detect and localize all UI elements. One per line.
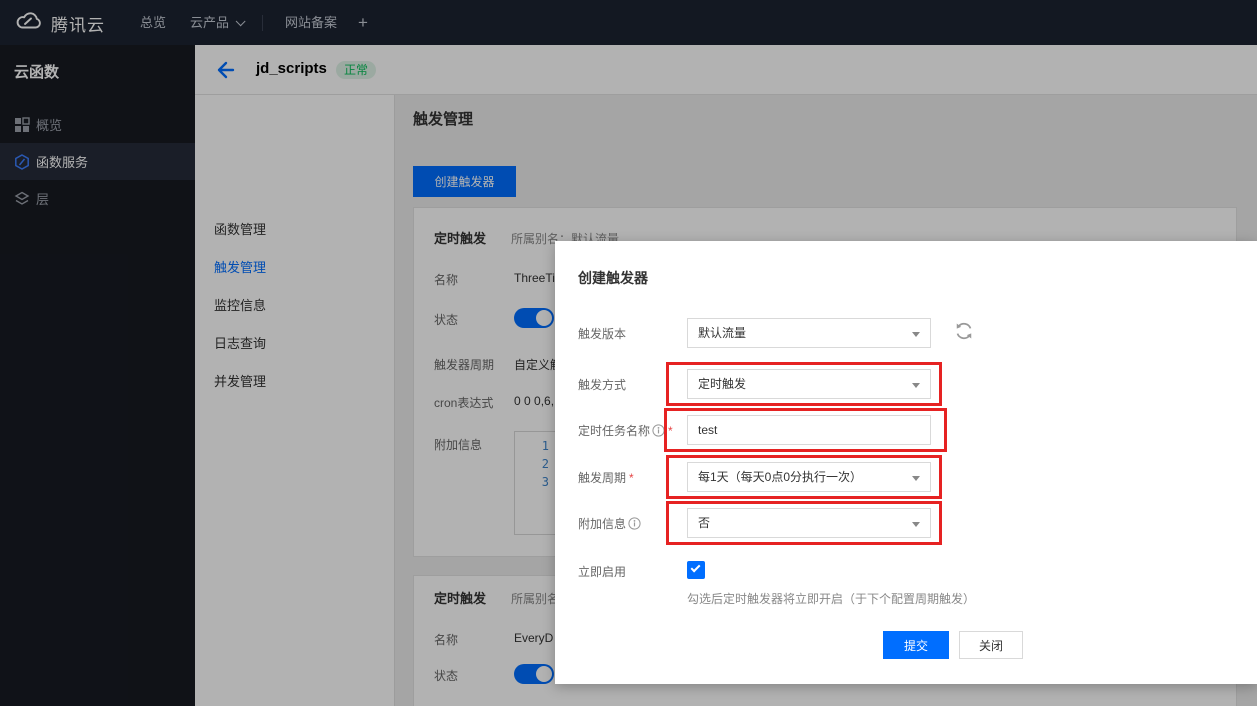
check-icon [691,563,701,573]
create-trigger-modal: 创建触发器 触发版本 默认流量 触发方式 定时触发 定时任务名称* [555,241,1257,684]
label-trigger-method: 触发方式 [578,376,626,393]
caret-down-icon [912,522,920,527]
select-value: 否 [698,516,710,530]
select-value: 默认流量 [698,326,746,340]
required-asterisk: * [629,471,634,485]
label-trigger-version: 触发版本 [578,325,626,342]
modal-title: 创建触发器 [578,268,648,288]
caret-down-icon [912,383,920,388]
enable-now-helper: 勾选后定时触发器将立即开启（于下个配置周期触发） [687,590,975,607]
enable-now-checkbox[interactable] [687,561,705,579]
label-enable-now: 立即启用 [578,563,626,580]
trigger-method-select[interactable]: 定时触发 [687,369,931,399]
caret-down-icon [912,476,920,481]
label-extra-info: 附加信息 [578,515,641,533]
app-window: 腾讯云 总览 云产品 网站备案 + 云函数 概览 [0,0,1257,706]
required-asterisk: * [668,424,673,438]
label-trigger-period: 触发周期* [578,469,634,486]
extra-info-select[interactable]: 否 [687,508,931,538]
trigger-period-select[interactable]: 每1天（每天0点0分执行一次） [687,462,931,492]
task-name-input[interactable] [687,415,931,445]
caret-down-icon [912,332,920,337]
label-task-name: 定时任务名称* [578,422,673,440]
close-button[interactable]: 关闭 [959,631,1023,659]
trigger-version-select[interactable]: 默认流量 [687,318,931,348]
submit-button[interactable]: 提交 [883,631,949,659]
refresh-icon[interactable] [953,320,975,342]
info-icon [628,517,641,533]
select-value: 每1天（每天0点0分执行一次） [698,470,862,484]
info-icon [652,424,665,440]
select-value: 定时触发 [698,377,746,391]
